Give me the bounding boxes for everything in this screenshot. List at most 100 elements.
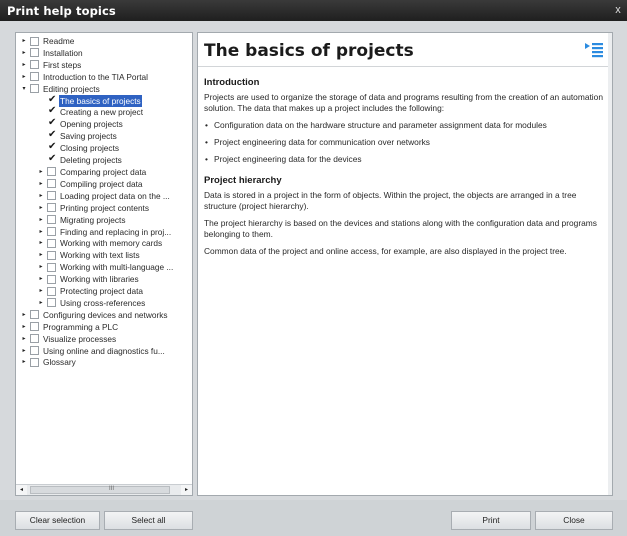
scroll-left-icon[interactable]: ◂ xyxy=(16,485,27,495)
tree-item[interactable]: ▸ Introduction to the TIA Portal xyxy=(16,71,192,83)
checkmark-icon[interactable]: ✔ xyxy=(48,129,58,141)
expand-right-icon[interactable] xyxy=(37,95,45,107)
tree-item[interactable]: ✔ Opening projects xyxy=(16,117,192,130)
tree-item[interactable]: ▸ Visualize processes xyxy=(16,333,192,345)
expand-right-icon[interactable]: ▸ xyxy=(37,202,45,214)
tree-item[interactable]: ✔ Closing projects xyxy=(16,141,192,154)
expand-right-icon[interactable]: ▸ xyxy=(37,166,45,178)
tree-item[interactable]: ▸ Protecting project data xyxy=(16,285,192,297)
scroll-right-icon[interactable]: ▸ xyxy=(181,485,192,495)
checkbox[interactable] xyxy=(47,262,56,272)
tree-item[interactable]: ✔ Creating a new project xyxy=(16,105,192,118)
expand-right-icon[interactable]: ▸ xyxy=(20,309,28,321)
checkmark-icon[interactable]: ✔ xyxy=(48,117,58,129)
expand-right-icon[interactable] xyxy=(37,106,45,118)
checkbox[interactable] xyxy=(30,36,39,46)
tree-item[interactable]: ✔ The basics of projects xyxy=(16,94,192,107)
expand-right-icon[interactable]: ▸ xyxy=(37,285,45,297)
select-all-button[interactable]: Select all xyxy=(104,511,193,530)
tree-item[interactable]: ▸ Using online and diagnostics fu... xyxy=(16,345,192,357)
checkbox[interactable] xyxy=(30,322,39,332)
expand-right-icon[interactable]: ▸ xyxy=(37,237,45,249)
tree-item[interactable]: ▸ Finding and replacing in proj... xyxy=(16,226,192,238)
tree-item[interactable]: ▸ Working with text lists xyxy=(16,249,192,261)
expand-right-icon[interactable]: ▸ xyxy=(37,178,45,190)
tree-item[interactable]: ▸ First steps xyxy=(16,59,192,71)
close-button[interactable]: Close xyxy=(535,511,613,530)
expand-right-icon[interactable] xyxy=(37,154,45,166)
tree-item[interactable]: ▸ Using cross-references xyxy=(16,297,192,309)
tree-item[interactable]: ▸ Migrating projects xyxy=(16,214,192,226)
expand-right-icon[interactable]: ▸ xyxy=(20,47,28,59)
checkmark-icon[interactable]: ✔ xyxy=(48,105,58,117)
tree-item-label: Working with multi-language ... xyxy=(60,262,174,273)
tree-item[interactable]: ▸ Loading project data on the ... xyxy=(16,190,192,202)
tree-item[interactable]: ✔ Saving projects xyxy=(16,129,192,142)
checkbox[interactable] xyxy=(30,72,39,82)
table-of-contents-icon[interactable] xyxy=(584,40,604,60)
tree-item[interactable]: ▸ Installation xyxy=(16,47,192,59)
checkbox[interactable] xyxy=(47,298,56,308)
tree-item[interactable]: ▸ Comparing project data xyxy=(16,166,192,178)
vertical-scrollbar[interactable] xyxy=(608,33,612,495)
tree-item[interactable]: ▸ Configuring devices and networks xyxy=(16,309,192,321)
tree-item-label: Installation xyxy=(43,47,83,58)
tree-item[interactable]: ▸ Working with libraries xyxy=(16,273,192,285)
expand-right-icon[interactable]: ▸ xyxy=(20,333,28,345)
checkmark-icon[interactable]: ✔ xyxy=(48,141,58,153)
expand-right-icon[interactable]: ▸ xyxy=(20,35,28,47)
expand-right-icon[interactable]: ▸ xyxy=(37,190,45,202)
horizontal-scrollbar[interactable]: ◂ III ▸ xyxy=(16,484,192,495)
title-bar[interactable]: Print help topics x xyxy=(0,0,627,21)
tree-item[interactable]: ▸ Printing project contents xyxy=(16,202,192,214)
checkbox[interactable] xyxy=(47,203,56,213)
tree-item[interactable]: ▸ Readme xyxy=(16,35,192,47)
expand-right-icon[interactable]: ▸ xyxy=(37,273,45,285)
expand-right-icon[interactable] xyxy=(37,118,45,130)
expand-right-icon[interactable]: ▸ xyxy=(37,261,45,273)
tree-item[interactable]: ▸ Programming a PLC xyxy=(16,321,192,333)
tree-item[interactable]: ▸ Working with memory cards xyxy=(16,237,192,249)
checkbox[interactable] xyxy=(30,334,39,344)
expand-right-icon[interactable]: ▸ xyxy=(20,345,28,357)
checkbox[interactable] xyxy=(30,346,39,356)
expand-right-icon[interactable]: ▸ xyxy=(37,297,45,309)
checkbox[interactable] xyxy=(47,274,56,284)
tree-item[interactable]: ▸ Compiling project data xyxy=(16,178,192,190)
checkbox[interactable] xyxy=(30,48,39,58)
expand-right-icon[interactable]: ▸ xyxy=(20,321,28,333)
checkbox[interactable] xyxy=(47,215,56,225)
expand-right-icon[interactable]: ▸ xyxy=(20,59,28,71)
checkbox[interactable] xyxy=(47,191,56,201)
expand-right-icon[interactable]: ▸ xyxy=(37,226,45,238)
checkbox[interactable] xyxy=(30,357,39,367)
checkbox[interactable] xyxy=(47,167,56,177)
checkmark-icon[interactable]: ✔ xyxy=(48,94,58,106)
checkbox[interactable] xyxy=(30,84,39,94)
close-icon[interactable]: x xyxy=(611,2,625,18)
checkbox[interactable] xyxy=(47,286,56,296)
expand-right-icon[interactable]: ▸ xyxy=(37,249,45,261)
tree-item[interactable]: ▸ Glossary xyxy=(16,356,192,368)
expand-right-icon[interactable] xyxy=(37,142,45,154)
expand-down-icon[interactable]: ▾ xyxy=(20,83,28,95)
clear-selection-button[interactable]: Clear selection xyxy=(15,511,100,530)
checkbox[interactable] xyxy=(30,60,39,70)
tree-item[interactable]: ▸ Working with multi-language ... xyxy=(16,261,192,273)
expand-right-icon[interactable] xyxy=(37,130,45,142)
expand-right-icon[interactable]: ▸ xyxy=(37,214,45,226)
expand-right-icon[interactable]: ▸ xyxy=(20,356,28,368)
checkbox[interactable] xyxy=(30,310,39,320)
tree-item[interactable]: ▾ Editing projects xyxy=(16,83,192,95)
scrollbar-thumb[interactable]: III xyxy=(30,486,170,494)
checkbox[interactable] xyxy=(47,238,56,248)
checkbox[interactable] xyxy=(47,250,56,260)
tree-item[interactable]: ✔ Deleting projects xyxy=(16,153,192,166)
section-heading: Introduction xyxy=(204,77,260,88)
topic-content-panel: The basics of projects Introduction Proje… xyxy=(197,32,613,496)
checkmark-icon[interactable]: ✔ xyxy=(48,153,58,165)
checkbox[interactable] xyxy=(47,227,56,236)
print-button[interactable]: Print xyxy=(451,511,531,530)
checkbox[interactable] xyxy=(47,179,56,189)
expand-right-icon[interactable]: ▸ xyxy=(20,71,28,83)
